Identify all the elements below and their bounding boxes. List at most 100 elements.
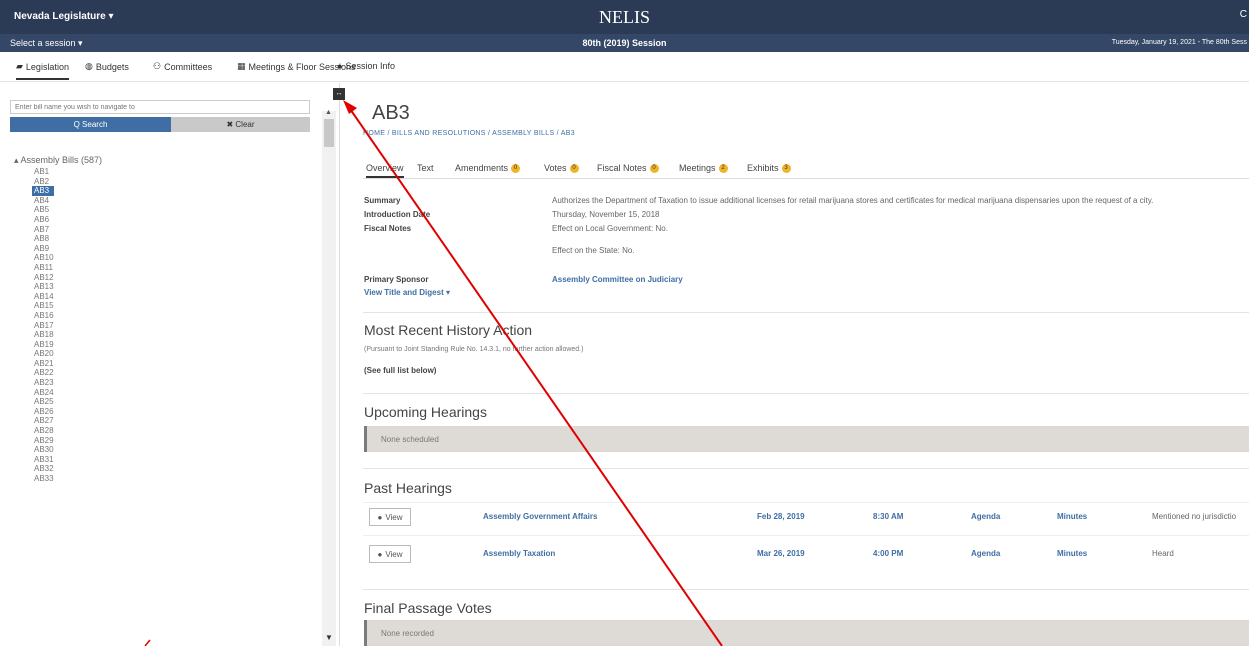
bill-list-item[interactable]: AB11 (32, 263, 152, 273)
bill-list-item[interactable]: AB17 (32, 321, 152, 331)
bill-list-item[interactable]: AB30 (32, 445, 152, 455)
hearing-status: Mentioned no jurisdictio (1152, 512, 1237, 521)
fiscal-state-value: Effect on the State: No. (552, 246, 635, 255)
bill-list-item[interactable]: AB33 (32, 474, 152, 484)
view-hearing-button[interactable]: ● View (369, 508, 411, 526)
bill-list-item[interactable]: AB19 (32, 340, 152, 350)
people-icon: ⚇ (153, 61, 162, 71)
sidebar-scrollbar[interactable]: ▲ ▼ (322, 109, 336, 646)
upcoming-hearings-title: Upcoming Hearings (364, 404, 487, 420)
gavel-icon: ▰ (16, 61, 23, 71)
bill-list-item[interactable]: AB18 (32, 330, 152, 340)
bill-list-item[interactable]: AB24 (32, 388, 152, 398)
nav-legislation[interactable]: ▰ Legislation (16, 61, 69, 80)
hearing-date-link[interactable]: Feb 28, 2019 (757, 512, 805, 521)
hearing-date-link[interactable]: Mar 26, 2019 (757, 549, 805, 558)
money-icon: ◍ (85, 61, 93, 71)
tab-meetings[interactable]: Meetings 2 (679, 163, 728, 173)
hearing-time: 8:30 AM (873, 512, 904, 521)
see-full-list: (See full list below) (364, 366, 437, 375)
bill-list-item[interactable]: AB15 (32, 301, 152, 311)
tab-amendments[interactable]: Amendments 0 (455, 163, 521, 173)
hearing-committee-link[interactable]: Assembly Taxation (483, 549, 555, 558)
bill-list-item[interactable]: AB31 (32, 455, 152, 465)
bill-list-item[interactable]: AB12 (32, 273, 152, 283)
scroll-up-icon[interactable]: ▲ (325, 109, 332, 116)
scroll-down-icon[interactable]: ▼ (325, 633, 333, 642)
bill-list-item[interactable]: AB6 (32, 215, 152, 225)
agenda-link[interactable]: Agenda (971, 549, 1000, 558)
main-nav: ▰ Legislation ◍ Budgets ⚇ Committees ▦ M… (0, 52, 1249, 82)
bill-list-item[interactable]: AB13 (32, 282, 152, 292)
bill-list-item[interactable]: AB4 (32, 196, 152, 206)
bill-list-item[interactable]: AB26 (32, 407, 152, 417)
collapse-sidebar-icon[interactable]: ↔ (333, 88, 345, 100)
nav-committees[interactable]: ⚇ Committees (153, 61, 212, 72)
bill-sidebar: Q Search ✖ Clear ▴ Assembly Bills (587) … (0, 83, 340, 646)
session-name: 80th (2019) Session (582, 38, 667, 48)
final-votes-empty: None recorded (364, 620, 1249, 646)
bill-list-item[interactable]: AB27 (32, 416, 152, 426)
bill-list-item[interactable]: AB5 (32, 205, 152, 215)
top-header: Nevada Legislature ▾ NELIS C (0, 0, 1249, 34)
bill-list-item[interactable]: AB16 (32, 311, 152, 321)
past-hearings-title: Past Hearings (364, 480, 452, 496)
hearing-status: Heard (1152, 549, 1174, 558)
row-divider (363, 535, 1249, 536)
bill-list-item[interactable]: AB14 (32, 292, 152, 302)
clear-button[interactable]: ✖ Clear (171, 117, 310, 132)
divider (363, 589, 1249, 590)
bill-list-item[interactable]: AB22 (32, 368, 152, 378)
bill-list-item[interactable]: AB28 (32, 426, 152, 436)
bill-list-item[interactable]: AB8 (32, 234, 152, 244)
bill-search-input[interactable] (10, 100, 310, 114)
row-divider (363, 502, 1249, 503)
minutes-link[interactable]: Minutes (1057, 512, 1087, 521)
bill-list-item[interactable]: AB25 (32, 397, 152, 407)
nav-budgets[interactable]: ◍ Budgets (85, 61, 129, 72)
bill-list: AB1 AB2 AB3 AB4 AB5 AB6 AB7 AB8 AB9 AB10 AB11 AB12 A… (32, 167, 152, 484)
bill-list-item[interactable]: AB1 (32, 167, 152, 177)
session-bar: Select a session ▾ 80th (2019) Session T… (0, 34, 1249, 52)
bill-list-item[interactable]: AB9 (32, 244, 152, 254)
minutes-link[interactable]: Minutes (1057, 549, 1087, 558)
breadcrumb[interactable]: HOME / BILLS AND RESOLUTIONS / ASSEMBLY … (363, 130, 575, 137)
header-right-mark: C (1239, 9, 1247, 20)
tab-text[interactable]: Text (417, 163, 434, 173)
tab-overview[interactable]: Overview (366, 163, 404, 178)
sponsor-label: Primary Sponsor (364, 275, 429, 284)
tab-exhibits[interactable]: Exhibits 3 (747, 163, 791, 173)
bill-detail: AB3 HOME / BILLS AND RESOLUTIONS / ASSEM… (355, 82, 1249, 646)
tree-root-assembly-bills[interactable]: ▴ Assembly Bills (587) (14, 155, 102, 166)
scroll-thumb[interactable] (324, 119, 334, 147)
view-title-digest-link[interactable]: View Title and Digest ▾ (364, 288, 450, 297)
agenda-link[interactable]: Agenda (971, 512, 1000, 521)
info-icon: ● (337, 61, 343, 71)
bill-list-item[interactable]: AB23 (32, 378, 152, 388)
hearing-committee-link[interactable]: Assembly Government Affairs (483, 512, 597, 521)
search-button[interactable]: Q Search (10, 117, 171, 132)
bill-list-item[interactable]: AB20 (32, 349, 152, 359)
bill-list-item[interactable]: AB21 (32, 359, 152, 369)
bill-list-item[interactable]: AB3 (32, 186, 54, 196)
eye-icon: ● (377, 512, 383, 522)
bill-list-item[interactable]: AB2 (32, 177, 152, 187)
tab-fiscal-notes[interactable]: Fiscal Notes 0 (597, 163, 659, 173)
divider (363, 393, 1249, 394)
sponsor-link[interactable]: Assembly Committee on Judiciary (552, 275, 683, 284)
calendar-icon: ▦ (237, 61, 246, 71)
view-hearing-button[interactable]: ● View (369, 545, 411, 563)
count-badge: 0 (511, 163, 521, 173)
bill-list-item[interactable]: AB10 (32, 253, 152, 263)
bill-list-item[interactable]: AB29 (32, 436, 152, 446)
history-title: Most Recent History Action (364, 322, 533, 338)
count-badge: 0 (649, 163, 659, 173)
history-note: (Pursuant to Joint Standing Rule No. 14.… (364, 346, 584, 353)
nav-session-info[interactable]: ● Session Info (337, 61, 395, 71)
final-votes-title: Final Passage Votes (364, 600, 492, 616)
fiscal-notes-label: Fiscal Notes (364, 224, 412, 233)
eye-icon: ● (377, 549, 383, 559)
tab-votes[interactable]: Votes 0 (544, 163, 579, 173)
bill-list-item[interactable]: AB32 (32, 464, 152, 474)
bill-list-item[interactable]: AB7 (32, 225, 152, 235)
